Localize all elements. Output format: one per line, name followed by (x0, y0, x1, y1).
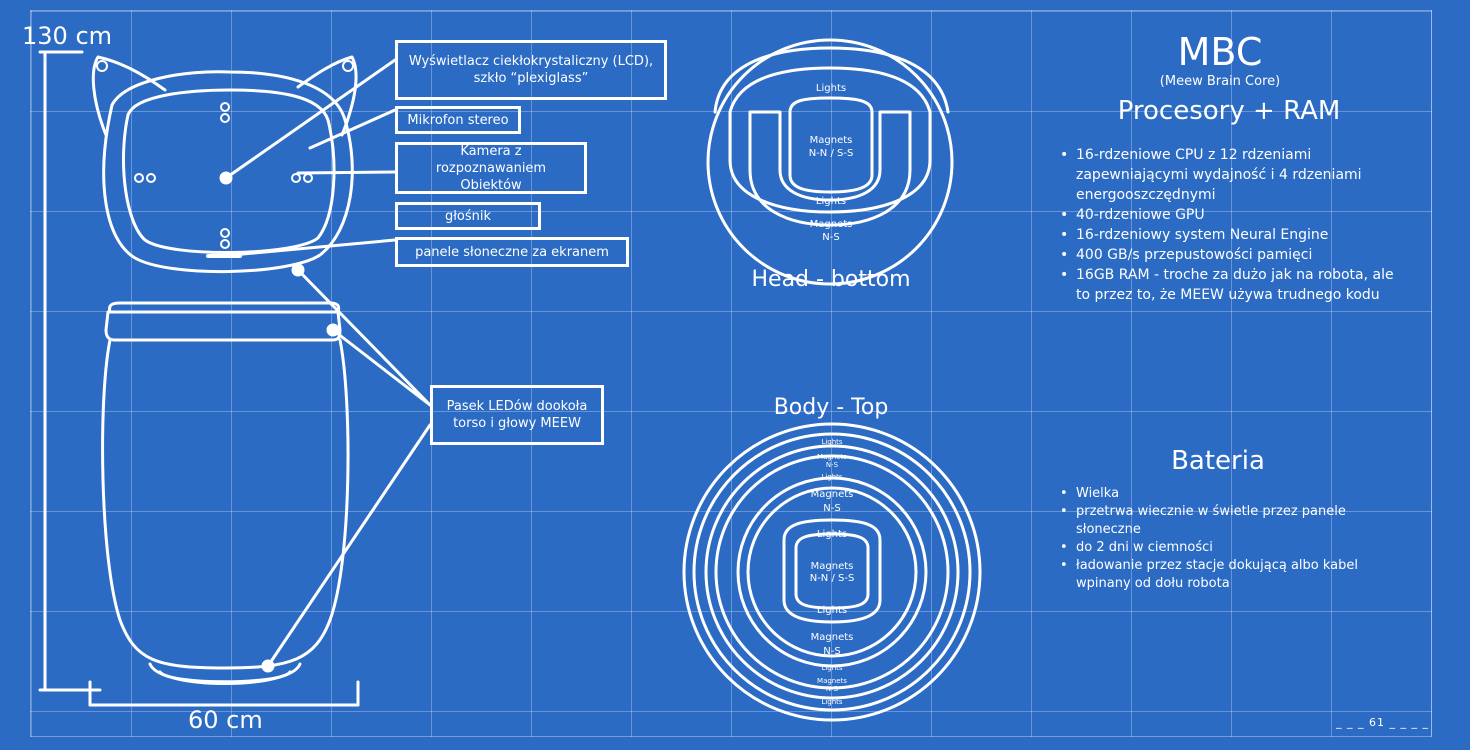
callout-camera: Kamera z rozpoznawaniem Obiektów (395, 142, 587, 194)
body-top-polarity-center: N-N / S-S (809, 573, 855, 584)
head-bottom-title: Head - bottom (751, 267, 911, 292)
head-bottom-lights-top: Lights (815, 83, 847, 94)
page-number: _ _ _ 61 _ _ _ _ (1336, 716, 1429, 729)
callout-lcd-text: Wyświetlacz ciekłokrystaliczny (LCD), sz… (408, 54, 654, 86)
callout-solar-panels-text: panele słoneczne za ekranem (415, 244, 609, 260)
head-bottom-magnets-inner: Magnets (809, 135, 853, 146)
body-top-polarity-ring7: N-S (825, 685, 839, 693)
battery-list: Wielka przetrwa wiecznie w świetle przez… (1060, 485, 1380, 593)
processors-list-item: 40-rdzeniowe GPU (1060, 205, 1410, 225)
callout-led-strip: Pasek LEDów dookoła torso i głowy MEEW (430, 385, 604, 445)
head-bottom-polarity-inner: N-N / S-S (808, 148, 854, 159)
battery-heading: Bateria (1171, 446, 1265, 476)
battery-list-item: Wielka (1060, 485, 1380, 503)
head-bottom-diagram (706, 38, 954, 286)
callout-solar-panels: panele słoneczne za ekranem (395, 237, 629, 267)
processors-list-item: 400 GB/s przepustowości pamięci (1060, 245, 1410, 265)
body-top-magnets-ring2: Magnets (817, 453, 847, 461)
body-top-lights-ring6: Lights (821, 664, 843, 672)
body-top-magnets-ring4: Magnets (810, 489, 854, 500)
battery-list-item: przetrwa wiecznie w świetle przez panele… (1060, 503, 1380, 539)
body-top-polarity-ring4: N-S (823, 503, 841, 514)
body-top-lights-inner-bottom: Lights (816, 605, 848, 616)
callout-microphone-text: Mikrofon stereo (407, 112, 509, 128)
height-dimension-label: 130 cm (22, 22, 113, 50)
callout-speaker-text: głośnik (444, 208, 492, 224)
battery-list-item: ładowanie przez stacje dokującą albo kab… (1060, 557, 1380, 593)
callout-microphone: Mikrofon stereo (395, 106, 521, 134)
callout-lcd: Wyświetlacz ciekłokrystaliczny (LCD), sz… (395, 40, 667, 100)
body-top-lights-ring1: Lights (821, 438, 843, 446)
head-bottom-lights-bottom: Lights (815, 196, 847, 207)
robot-body (101, 301, 350, 685)
robot-head (91, 55, 358, 277)
body-top-magnets-ring5: Magnets (810, 632, 854, 643)
body-top-polarity-ring2: N-S (825, 461, 839, 469)
mbc-subtitle: (Meew Brain Core) (1159, 74, 1281, 89)
processors-list-item: 16GB RAM - troche za dużo jak na robota,… (1060, 265, 1410, 305)
mbc-title: MBC (1177, 30, 1263, 74)
processors-heading: Procesory + RAM (1117, 96, 1341, 126)
body-top-lights-ring3: Lights (821, 473, 843, 481)
body-top-magnets-ring7: Magnets (817, 677, 847, 685)
callout-camera-text: Kamera z rozpoznawaniem Obiektów (435, 143, 547, 193)
head-bottom-magnets-outer: Magnets (809, 219, 853, 230)
body-top-magnets-center: Magnets (810, 561, 854, 572)
width-dimension-label: 60 cm (188, 706, 263, 734)
callout-led-strip-text: Pasek LEDów dookoła torso i głowy MEEW (446, 399, 588, 431)
head-bottom-polarity-outer: N-S (822, 232, 840, 243)
body-top-lights-ring8: Lights (821, 698, 843, 706)
processors-list-item: 16-rdzeniowy system Neural Engine (1060, 225, 1410, 245)
processors-list: 16-rdzeniowe CPU z 12 rdzeniami zapewnia… (1060, 145, 1410, 305)
body-top-title: Body - Top (773, 395, 889, 420)
body-top-polarity-ring5: N-S (823, 646, 841, 657)
callout-speaker: głośnik (395, 202, 541, 230)
battery-list-item: do 2 dni w ciemności (1060, 539, 1380, 557)
body-top-lights-inner-top: Lights (816, 529, 848, 540)
dimension-lines (38, 50, 360, 707)
processors-list-item: 16-rdzeniowe CPU z 12 rdzeniami zapewnia… (1060, 145, 1410, 205)
